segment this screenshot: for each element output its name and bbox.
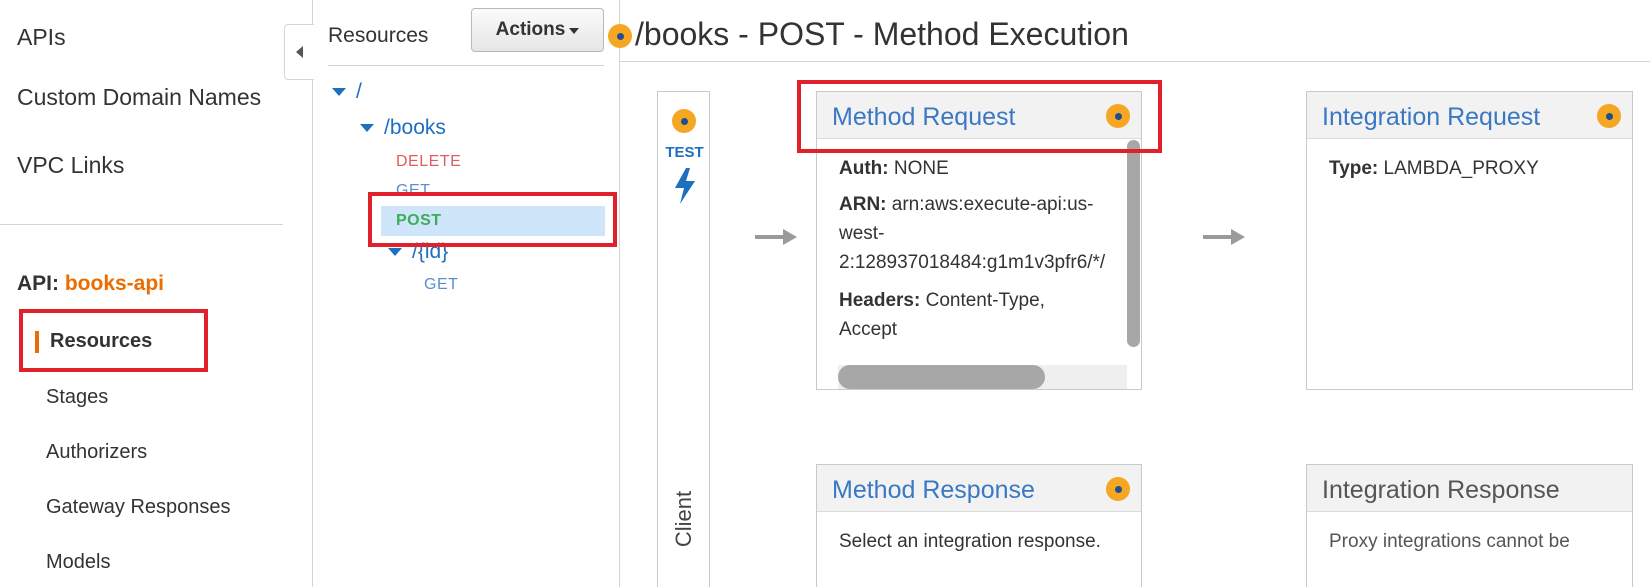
tree-root[interactable]: / bbox=[332, 80, 362, 104]
tree-id[interactable]: /{id} bbox=[388, 240, 448, 264]
method-request-box: Method Request Auth: NONE ARN: arn:aws:e… bbox=[816, 91, 1142, 390]
integration-response-title: Integration Response bbox=[1322, 476, 1560, 504]
integration-response-text: Proxy integrations cannot be bbox=[1329, 531, 1570, 552]
headers-line-1: Content-Type, bbox=[925, 290, 1045, 311]
arrow-right-icon bbox=[755, 229, 797, 245]
method-request-auth: Auth: NONE bbox=[839, 154, 949, 183]
integration-request-title[interactable]: Integration Request bbox=[1322, 103, 1540, 132]
info-dot-icon[interactable] bbox=[1597, 104, 1621, 128]
auth-label: Auth: bbox=[839, 158, 889, 179]
resources-panel-title: Resources bbox=[328, 24, 429, 47]
integration-request-type: Type: LAMBDA_PROXY bbox=[1329, 154, 1539, 183]
title-divider bbox=[620, 61, 1650, 62]
type-label: Type: bbox=[1329, 158, 1379, 179]
tree-books-label: /books bbox=[384, 116, 446, 139]
tree-books-delete[interactable]: DELETE bbox=[396, 153, 461, 171]
client-column: TEST Client bbox=[657, 91, 710, 587]
nav-divider bbox=[0, 224, 283, 225]
arn-line-1: arn:aws:execute-api:us- bbox=[891, 194, 1094, 215]
method-response-header: Method Response bbox=[817, 465, 1141, 512]
lightning-icon[interactable] bbox=[672, 168, 698, 204]
method-response-box: Method Response Select an integration re… bbox=[816, 464, 1142, 587]
caret-down-icon bbox=[569, 28, 580, 34]
client-label: Client bbox=[671, 490, 696, 548]
arn-line-3: 2:128937018484:g1m1v3pfr6/*/ bbox=[839, 252, 1106, 273]
info-dot-icon[interactable] bbox=[1106, 477, 1130, 501]
tree-books[interactable]: /books bbox=[360, 116, 446, 140]
tree-panel-border bbox=[619, 0, 620, 587]
method-request-header: Method Request bbox=[817, 92, 1141, 139]
info-dot-icon[interactable] bbox=[608, 24, 632, 48]
tree-root-label: / bbox=[356, 80, 362, 103]
integration-request-header: Integration Request bbox=[1307, 92, 1632, 139]
arn-label: ARN: bbox=[839, 194, 887, 215]
integration-response-box: Integration Response Proxy integrations … bbox=[1306, 464, 1633, 587]
api-heading: API: books-api bbox=[17, 272, 164, 296]
resources-divider bbox=[328, 65, 604, 66]
test-button[interactable]: TEST bbox=[658, 144, 711, 161]
tree-expand-icon[interactable] bbox=[332, 88, 346, 96]
active-indicator bbox=[35, 331, 39, 353]
nav-apis[interactable]: APIs bbox=[17, 24, 66, 51]
auth-value: NONE bbox=[893, 158, 949, 179]
nav-gateway-responses[interactable]: Gateway Responses bbox=[46, 496, 231, 519]
actions-label: Actions bbox=[495, 19, 566, 40]
nav-custom-domain-names[interactable]: Custom Domain Names bbox=[17, 84, 261, 111]
actions-button[interactable]: Actions bbox=[471, 8, 604, 52]
info-dot-icon[interactable] bbox=[1106, 104, 1130, 128]
nav-resources[interactable]: Resources bbox=[50, 330, 152, 353]
test-dot-icon[interactable] bbox=[672, 109, 696, 133]
integration-response-header: Integration Response bbox=[1307, 465, 1632, 512]
tree-expand-icon[interactable] bbox=[388, 248, 402, 256]
nav-vpc-links[interactable]: VPC Links bbox=[17, 152, 124, 179]
api-name[interactable]: books-api bbox=[65, 272, 164, 295]
nav-authorizers[interactable]: Authorizers bbox=[46, 441, 147, 464]
arrow-right-icon bbox=[1203, 229, 1245, 245]
type-value: LAMBDA_PROXY bbox=[1383, 158, 1539, 179]
tree-id-get[interactable]: GET bbox=[424, 276, 458, 294]
tree-expand-icon[interactable] bbox=[360, 124, 374, 132]
headers-line-2: Accept bbox=[839, 319, 898, 340]
api-label: API: bbox=[17, 272, 59, 295]
horizontal-scrollbar-thumb[interactable] bbox=[838, 365, 1045, 389]
method-request-headers: Headers: Content-Type, Accept bbox=[839, 286, 1045, 344]
tree-books-get[interactable]: GET bbox=[396, 182, 430, 200]
method-response-text: Select an integration response. bbox=[839, 531, 1101, 552]
method-request-arn: ARN: arn:aws:execute-api:us- west- 2:128… bbox=[839, 190, 1105, 277]
tree-id-label: /{id} bbox=[412, 240, 449, 263]
page-title: /books - POST - Method Execution bbox=[635, 16, 1129, 52]
collapse-left-icon bbox=[296, 46, 303, 58]
left-navigation: APIs Custom Domain Names VPC Links API: … bbox=[0, 0, 312, 587]
collapse-nav-button[interactable] bbox=[284, 24, 314, 80]
nav-models[interactable]: Models bbox=[46, 551, 110, 574]
nav-stages[interactable]: Stages bbox=[46, 386, 108, 409]
headers-label: Headers: bbox=[839, 290, 921, 311]
integration-request-box: Integration Request Type: LAMBDA_PROXY bbox=[1306, 91, 1633, 390]
tree-books-post[interactable]: POST bbox=[396, 212, 442, 230]
nav-border bbox=[312, 0, 313, 587]
method-request-title[interactable]: Method Request bbox=[832, 103, 1015, 132]
arn-line-2: west- bbox=[839, 223, 885, 244]
method-response-title[interactable]: Method Response bbox=[832, 476, 1035, 505]
vertical-scrollbar[interactable] bbox=[1127, 140, 1140, 347]
